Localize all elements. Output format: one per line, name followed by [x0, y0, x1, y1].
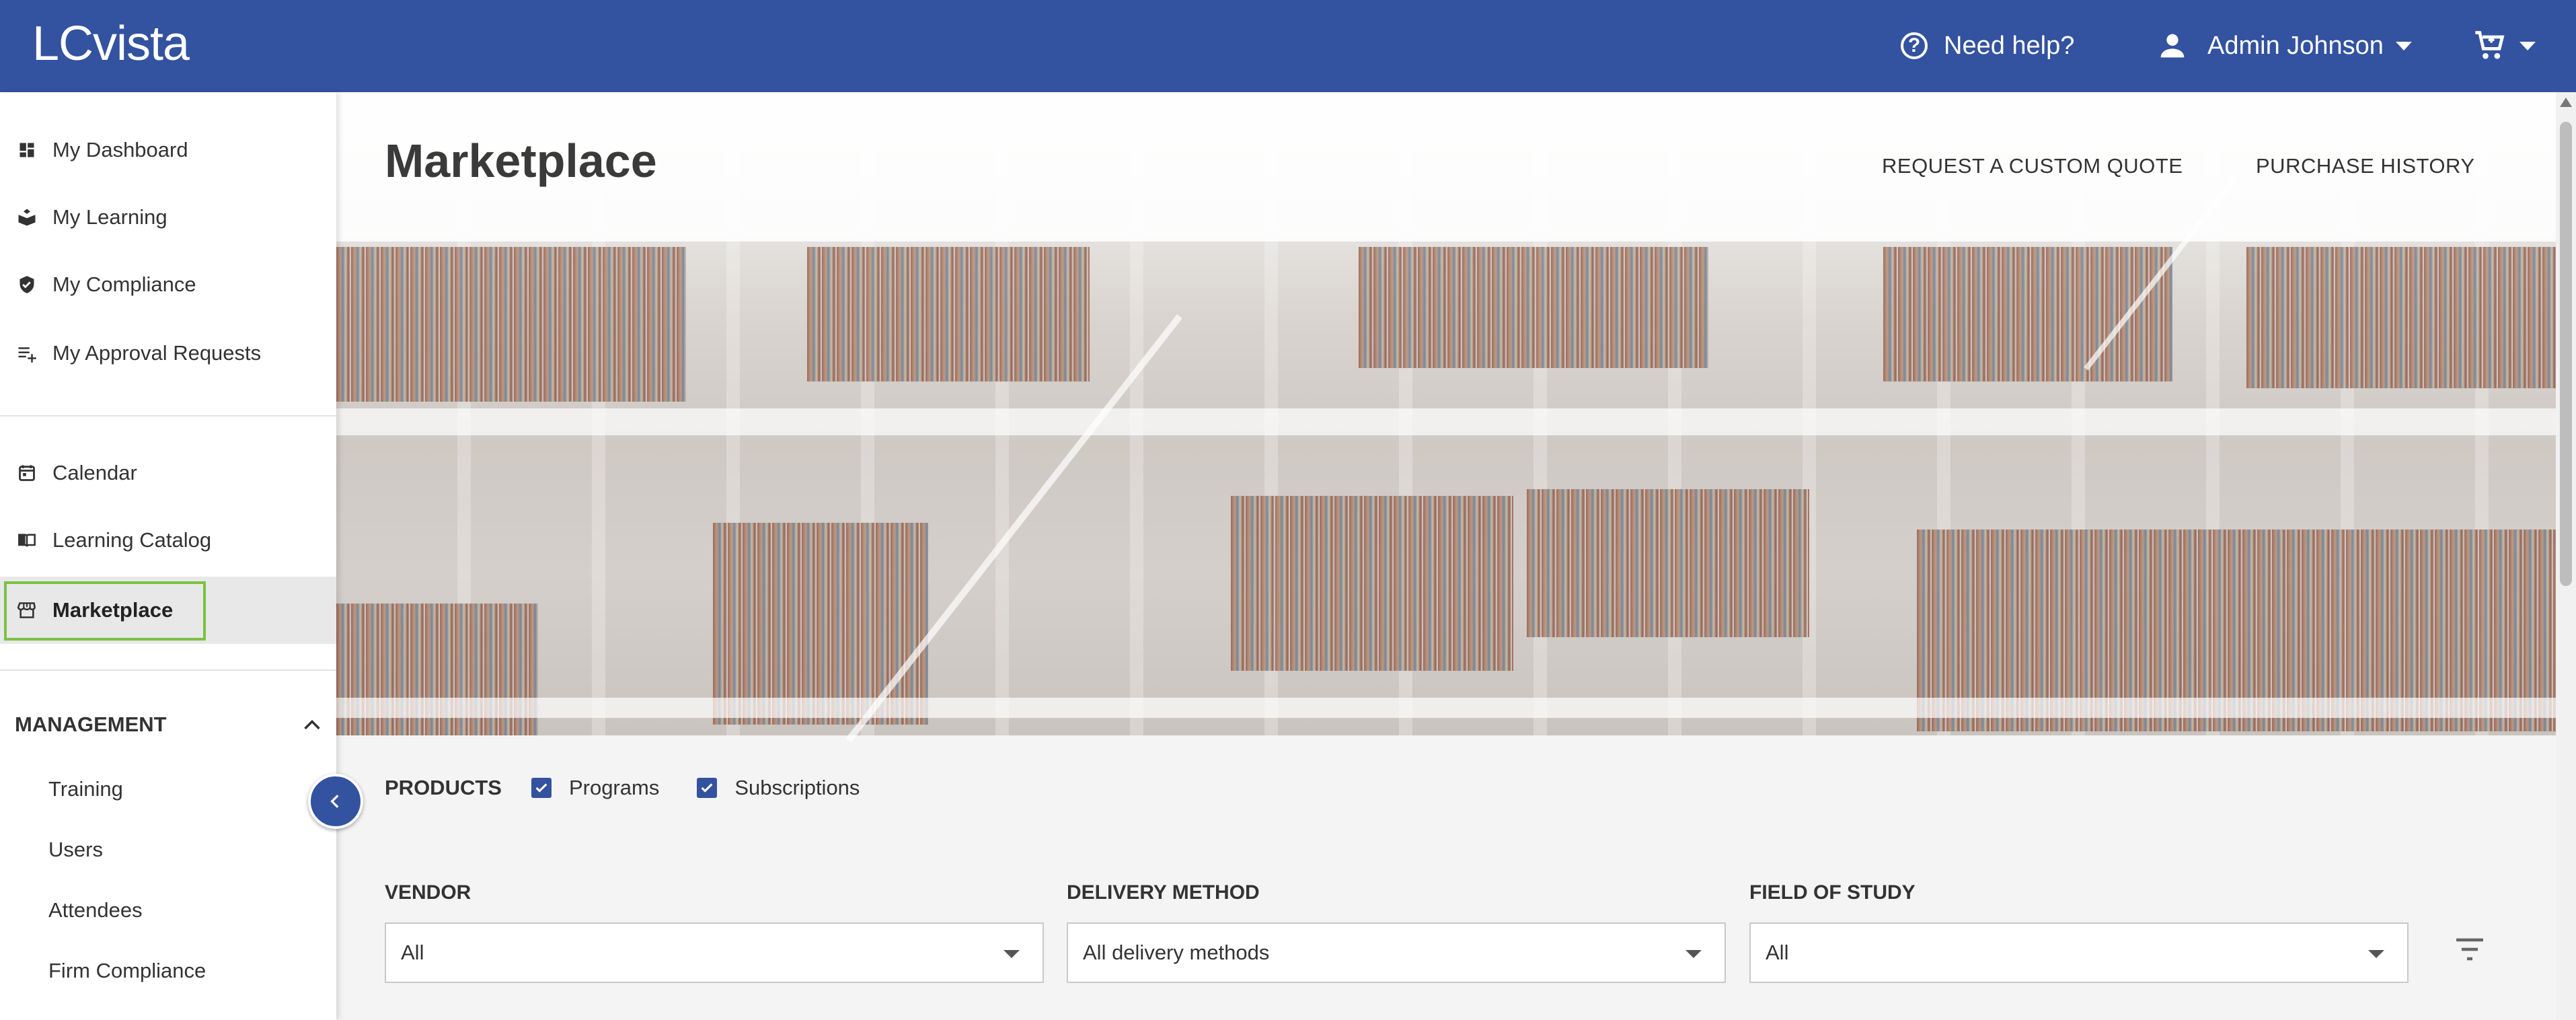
sidebar-item-label: My Approval Requests	[52, 341, 262, 365]
field-of-study-label: FIELD OF STUDY	[1749, 881, 1916, 904]
learning-icon	[16, 207, 38, 228]
user-menu-button[interactable]: Admin Johnson	[2155, 26, 2412, 66]
delivery-method-value: All delivery methods	[1083, 941, 1270, 964]
sidebar-item-label: Marketplace	[52, 598, 174, 622]
top-app-bar: LCvista ? Need help? Admin Johnson	[0, 0, 2576, 92]
playlist-add-icon	[16, 342, 38, 364]
cart-button[interactable]	[2472, 26, 2536, 66]
request-custom-quote-link[interactable]: REQUEST A CUSTOM QUOTE	[1882, 154, 2183, 178]
field-of-study-value: All	[1766, 941, 1789, 964]
sidebar-item-learning-catalog[interactable]: Learning Catalog	[0, 508, 336, 573]
help-circle-icon: ?	[1901, 32, 1928, 59]
vendor-value: All	[401, 941, 424, 964]
user-name: Admin Johnson	[2207, 31, 2384, 60]
products-filter: PRODUCTS Programs Subscriptions	[385, 776, 897, 800]
sidebar-item-users[interactable]: Users	[48, 838, 103, 862]
help-label: Need help?	[1944, 31, 2075, 60]
cart-icon	[2475, 31, 2505, 59]
sidebar-item-label: My Compliance	[52, 272, 196, 296]
programs-label[interactable]: Programs	[569, 776, 659, 800]
sidebar-item-my-approval-requests[interactable]: My Approval Requests	[0, 321, 336, 386]
subscriptions-checkbox[interactable]	[697, 778, 718, 798]
check-icon	[701, 783, 713, 793]
sidebar: My Dashboard My Learning My Compliance M…	[0, 92, 336, 1020]
sidebar-divider	[0, 669, 336, 671]
management-label: MANAGEMENT	[15, 713, 167, 736]
book-open-icon	[16, 530, 38, 551]
collapse-sidebar-button[interactable]	[308, 774, 363, 829]
management-section-toggle[interactable]: MANAGEMENT	[15, 713, 321, 737]
sidebar-item-label: My Learning	[52, 205, 167, 229]
calendar-icon	[16, 462, 38, 484]
sidebar-item-my-dashboard[interactable]: My Dashboard	[0, 118, 336, 182]
sidebar-item-marketplace[interactable]: Marketplace	[0, 577, 336, 644]
scroll-up-arrow-icon[interactable]	[2560, 98, 2572, 107]
app-logo[interactable]: LCvista	[32, 13, 190, 74]
page-title: Marketplace	[385, 135, 657, 187]
sidebar-item-training[interactable]: Training	[48, 777, 123, 801]
delivery-method-select[interactable]: All delivery methods	[1067, 922, 1726, 983]
delivery-method-label: DELIVERY METHOD	[1067, 881, 1260, 904]
person-icon	[2160, 34, 2185, 58]
vertical-scrollbar[interactable]	[2556, 92, 2576, 1020]
chevron-down-icon	[2395, 41, 2412, 50]
programs-checkbox[interactable]	[531, 778, 552, 798]
help-button[interactable]: ? Need help?	[1901, 26, 2074, 66]
dropdown-arrow-icon	[1685, 950, 1702, 958]
vendor-label: VENDOR	[385, 881, 471, 904]
filter-list-icon[interactable]	[2454, 936, 2486, 963]
purchase-history-link[interactable]: PURCHASE HISTORY	[2256, 154, 2475, 178]
subscriptions-label[interactable]: Subscriptions	[734, 776, 860, 800]
dropdown-arrow-icon	[1003, 950, 1020, 958]
sidebar-item-label: My Dashboard	[52, 138, 188, 161]
shield-check-icon	[16, 274, 38, 295]
chevron-left-icon	[330, 795, 339, 808]
sidebar-item-attendees[interactable]: Attendees	[48, 898, 143, 922]
dropdown-arrow-icon	[2368, 950, 2384, 958]
sidebar-item-calendar[interactable]: Calendar	[0, 441, 336, 505]
dashboard-icon	[16, 139, 38, 161]
sidebar-item-my-learning[interactable]: My Learning	[0, 185, 336, 250]
chevron-up-icon	[304, 719, 320, 730]
scrollbar-thumb[interactable]	[2560, 122, 2572, 586]
vendor-select[interactable]: All	[385, 922, 1044, 983]
storefront-icon	[16, 599, 38, 621]
products-label: PRODUCTS	[385, 776, 502, 799]
main-content: Marketplace REQUEST A CUSTOM QUOTE PURCH…	[336, 92, 2556, 1020]
field-of-study-select[interactable]: All	[1749, 922, 2409, 983]
page-header: Marketplace REQUEST A CUSTOM QUOTE PURCH…	[336, 92, 2556, 242]
chevron-down-icon	[2520, 41, 2536, 50]
sidebar-divider	[0, 415, 336, 416]
sidebar-item-label: Calendar	[52, 461, 137, 484]
check-icon	[535, 783, 547, 793]
sidebar-item-label: Learning Catalog	[52, 528, 212, 552]
sidebar-item-my-compliance[interactable]: My Compliance	[0, 252, 336, 317]
sidebar-item-firm-compliance[interactable]: Firm Compliance	[48, 959, 206, 983]
